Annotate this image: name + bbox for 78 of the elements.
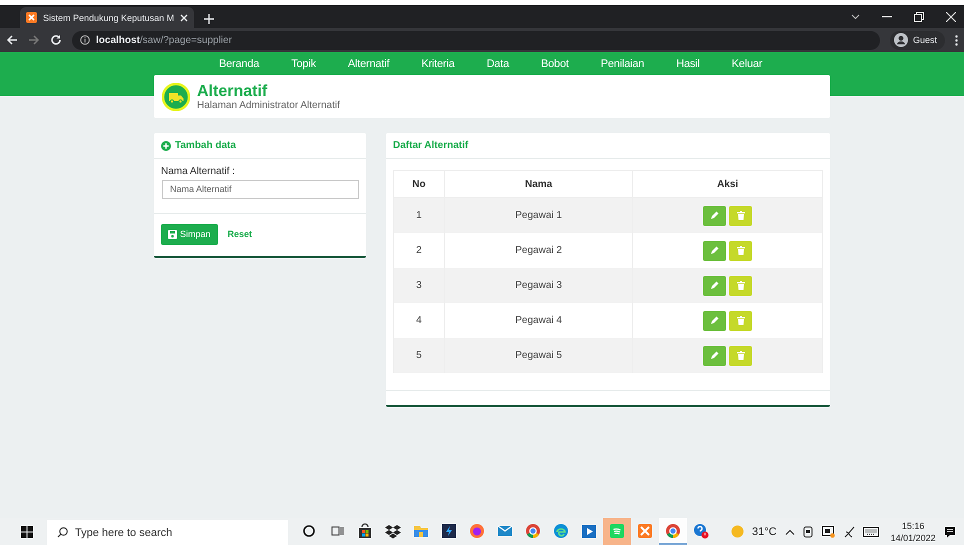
nav-link[interactable]: Topik xyxy=(291,58,316,70)
pencil-icon xyxy=(710,316,720,325)
nav-link[interactable]: Keluar xyxy=(732,58,762,70)
close-icon[interactable] xyxy=(946,12,956,22)
column-header: Nama xyxy=(444,170,633,198)
nav-link[interactable]: Alternatif xyxy=(348,58,390,70)
table-cell: 3 xyxy=(394,268,444,303)
nav-link[interactable]: Hasil xyxy=(676,58,700,70)
trash-icon xyxy=(736,211,745,220)
nav-link[interactable]: Bobot xyxy=(541,58,569,70)
sound-icon xyxy=(609,522,625,538)
minimize-icon[interactable] xyxy=(882,16,892,18)
screen-icon[interactable] xyxy=(822,526,835,538)
chevron-up-icon[interactable] xyxy=(784,528,795,534)
nav-link[interactable]: Penilaian xyxy=(600,58,644,70)
table-cell: Pegawai 5 xyxy=(444,338,633,373)
search-field[interactable]: Type here to search xyxy=(47,520,288,545)
plus-icon[interactable] xyxy=(204,14,214,24)
back-arrow-icon[interactable] xyxy=(6,34,18,46)
envelope-icon xyxy=(497,522,513,538)
trash-icon xyxy=(736,246,745,255)
forward-arrow-icon[interactable] xyxy=(28,34,40,46)
play-icon xyxy=(581,522,597,538)
keyboard-icon[interactable] xyxy=(862,526,879,536)
more-icon[interactable] xyxy=(955,34,958,46)
reset-link[interactable]: Reset xyxy=(228,229,252,239)
pencil-icon xyxy=(710,211,720,220)
notification-icon[interactable] xyxy=(944,526,956,538)
windows-icon[interactable] xyxy=(21,526,33,538)
table-cell: 1 xyxy=(394,198,444,233)
page-subtitle: Halaman Administrator Alternatif xyxy=(197,100,340,110)
tab-title: Sistem Pendukung Keputusan M xyxy=(43,12,174,22)
nav-link[interactable]: Kriteria xyxy=(421,58,455,70)
clock-time[interactable]: 15:16 xyxy=(902,520,924,532)
info-icon[interactable] xyxy=(80,35,90,45)
column-header: No xyxy=(394,170,444,198)
globe-icon xyxy=(469,522,485,538)
help-icon xyxy=(693,522,709,538)
page-title: Alternatif xyxy=(197,82,268,100)
chevron-down-icon[interactable] xyxy=(851,14,860,20)
lightning-icon xyxy=(441,522,457,538)
search-placeholder: Type here to search xyxy=(75,526,172,538)
restore-icon[interactable] xyxy=(914,12,924,22)
trash-icon xyxy=(736,351,745,360)
browser-tab[interactable]: Sistem Pendukung Keputusan M xyxy=(20,7,194,28)
circle-icon xyxy=(665,522,681,538)
nav-link[interactable]: Beranda xyxy=(219,58,260,70)
panel-title: Tambah data xyxy=(175,140,236,151)
field-label: Nama Alternatif : xyxy=(161,166,236,177)
nav-link[interactable]: Data xyxy=(486,58,509,70)
panel-title: Daftar Alternatif xyxy=(393,140,468,151)
truck-icon xyxy=(162,82,190,110)
pencil-icon xyxy=(710,351,720,360)
column-header: Aksi xyxy=(632,170,822,198)
search-icon xyxy=(57,527,68,538)
table-cell: 5 xyxy=(394,338,444,373)
trash-icon xyxy=(736,281,745,290)
trash-icon xyxy=(736,316,745,325)
table-cell: Pegawai 1 xyxy=(444,198,633,233)
circle-icon xyxy=(301,522,317,538)
pencil-icon xyxy=(710,281,720,290)
pencil-icon xyxy=(710,246,720,255)
shopping-bag-icon xyxy=(357,522,373,538)
weather-temperature[interactable]: 31°C xyxy=(752,526,777,538)
box-icon xyxy=(385,522,401,538)
clock-date[interactable]: 14/01/2022 xyxy=(890,532,936,544)
avatar-icon xyxy=(894,33,908,47)
reload-icon[interactable] xyxy=(50,34,62,46)
input-field[interactable]: Nama Alternatif xyxy=(162,180,359,198)
url-text: localhost/saw/?page=supplier xyxy=(96,34,232,46)
profile-button[interactable]: Guest xyxy=(890,30,945,50)
save-button[interactable]: Simpan xyxy=(161,224,218,244)
circle-icon xyxy=(525,522,541,538)
table-cell: Pegawai 3 xyxy=(444,268,633,303)
close-icon[interactable] xyxy=(180,14,188,22)
plus-circle-icon xyxy=(161,140,171,150)
address-bar[interactable]: localhost/saw/?page=supplier xyxy=(72,30,880,50)
wave-icon xyxy=(553,522,569,538)
